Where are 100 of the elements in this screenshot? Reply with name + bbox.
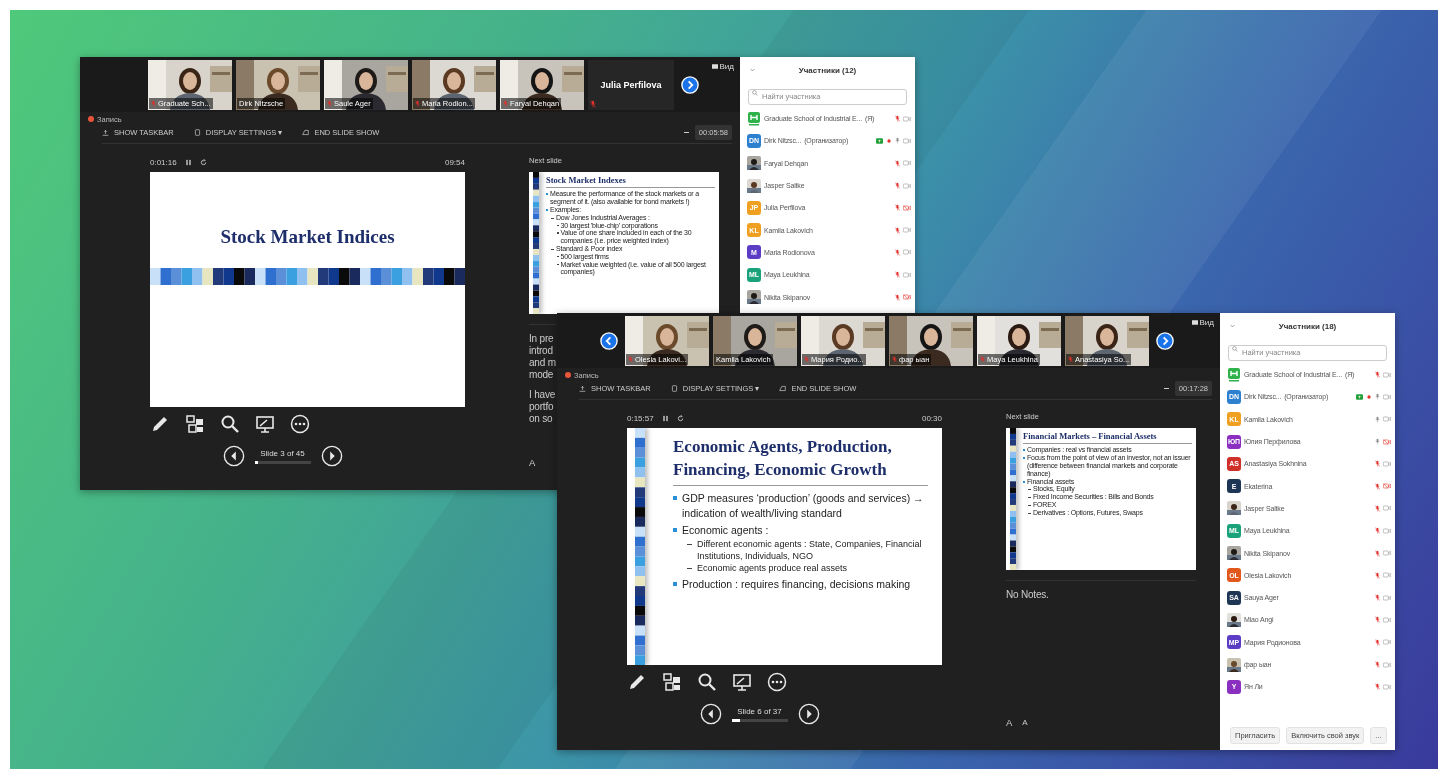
speaker-notes-text: mode: [529, 369, 554, 381]
slide-counter: Slide 3 of 45: [260, 448, 305, 458]
slide-counter: Slide 6 of 37: [737, 706, 782, 716]
camera-off-icon[interactable]: [903, 204, 911, 211]
mic-icon[interactable]: [1375, 438, 1380, 446]
phone-icon: [670, 384, 678, 392]
view-button[interactable]: Вид: [711, 62, 734, 71]
muted-mic-icon[interactable]: [895, 271, 900, 279]
more-icon[interactable]: [290, 414, 310, 434]
slide-title: Stock Market Indexes: [546, 175, 627, 186]
school-logo-icon: [1227, 367, 1241, 382]
previous-page-button[interactable]: [600, 331, 618, 350]
mic-icon[interactable]: [1375, 415, 1380, 423]
muted-mic-icon[interactable]: [895, 226, 900, 234]
next-page-button[interactable]: [1156, 331, 1174, 350]
view-button[interactable]: Вид: [1191, 318, 1214, 327]
search-icon: [752, 90, 758, 96]
pen-icon[interactable]: [150, 414, 170, 434]
muted-mic-icon: [503, 99, 508, 107]
bullet-text: GDP measures ‘production’ (goods and services) → indication of wealth/living standard: [682, 490, 925, 521]
muted-mic-icon[interactable]: [895, 293, 900, 301]
muted-mic-icon[interactable]: [1375, 482, 1380, 490]
search-icon: [1232, 346, 1238, 352]
reset-icon[interactable]: [199, 158, 207, 166]
view-icon: [1191, 320, 1198, 325]
slide-title: Stock Market Indices: [219, 225, 396, 248]
muted-mic-icon[interactable]: [1375, 571, 1380, 579]
next-slide-button[interactable]: [320, 445, 343, 467]
bullet-text: Different economic agents : State, Companies, Financial Institutions, Individuals, NGO: [697, 537, 923, 563]
bullet-icon: [673, 582, 677, 587]
elapsed-time: 0:01:16: [150, 157, 177, 167]
next-slide-button[interactable]: [797, 703, 820, 725]
search-icon[interactable]: [697, 672, 717, 692]
recording-icon: [88, 116, 94, 122]
search-icon[interactable]: [220, 414, 240, 434]
camera-off-icon[interactable]: [1383, 483, 1391, 490]
font-size-button[interactable]: A: [1006, 717, 1013, 728]
minimize-icon[interactable]: [683, 131, 689, 133]
muted-mic-icon: [327, 99, 332, 107]
muted-mic-icon[interactable]: [1375, 683, 1380, 691]
mic-icon[interactable]: [1375, 393, 1380, 401]
font-size-button[interactable]: A: [1022, 717, 1028, 728]
view-icon: [711, 64, 718, 69]
slideshow-icon: [779, 384, 787, 392]
muted-mic-icon[interactable]: [1375, 616, 1380, 624]
muted-mic-icon: [415, 99, 420, 107]
more-icon[interactable]: [767, 672, 787, 692]
recording-icon: [565, 372, 571, 378]
previous-slide-button[interactable]: [699, 703, 722, 725]
muted-mic-icon: [151, 99, 156, 107]
next-page-button[interactable]: [681, 75, 699, 94]
slides-grid-icon[interactable]: [185, 414, 205, 434]
screen-icon[interactable]: [255, 414, 275, 434]
muted-mic-icon[interactable]: [1375, 371, 1380, 379]
record-icon: [886, 137, 892, 144]
pen-icon[interactable]: [627, 672, 647, 692]
camera-off-icon[interactable]: [903, 294, 911, 300]
pause-icon[interactable]: [661, 414, 669, 422]
bullet-icon: [673, 528, 677, 533]
elapsed-time: 0:15:57: [627, 413, 654, 423]
slide-title: Financial Markets – Financial Assets: [1023, 431, 1158, 442]
muted-mic-icon: [628, 355, 633, 363]
muted-mic-icon[interactable]: [1375, 527, 1380, 535]
muted-mic-icon[interactable]: [895, 159, 900, 167]
muted-mic-icon[interactable]: [895, 248, 900, 256]
school-logo-icon: [747, 111, 761, 126]
slideshow-icon: [302, 128, 310, 136]
previous-slide-button[interactable]: [222, 445, 245, 467]
speaker-notes-text: introd: [529, 345, 553, 357]
muted-mic-icon[interactable]: [895, 182, 900, 190]
muted-mic-icon: [804, 355, 809, 363]
muted-mic-icon[interactable]: [895, 204, 900, 212]
slides-grid-icon[interactable]: [662, 672, 682, 692]
muted-mic-icon[interactable]: [1375, 549, 1380, 557]
pause-icon[interactable]: [184, 158, 192, 166]
minimize-icon[interactable]: [1163, 387, 1169, 389]
muted-mic-icon[interactable]: [1375, 460, 1380, 468]
camera-off-icon[interactable]: [1383, 438, 1391, 445]
upload-icon: [579, 384, 586, 392]
speaker-notes-text: No Notes.: [1006, 589, 1049, 601]
upload-icon: [102, 128, 109, 136]
bullet-text: Economic agents :: [682, 523, 769, 538]
reset-icon[interactable]: [676, 414, 684, 422]
mic-icon[interactable]: [895, 137, 900, 145]
slide-title: Economic Agents, Production, Financing, Economic Growth: [673, 436, 893, 481]
muted-mic-icon[interactable]: [1375, 661, 1380, 668]
speaker-notes-text: and m: [529, 357, 556, 369]
speaker-notes-text: portfo: [529, 401, 554, 413]
speaker-name: Julia Perfilova: [600, 79, 662, 90]
muted-mic-icon: [892, 355, 897, 363]
muted-mic-icon[interactable]: [895, 115, 900, 123]
record-icon: [1366, 393, 1372, 400]
muted-mic-icon[interactable]: [1375, 594, 1380, 602]
bullet-text: Production : requires financing, decisions making: [682, 577, 911, 593]
screen-icon[interactable]: [732, 672, 752, 692]
muted-mic-icon[interactable]: [1375, 638, 1380, 646]
phone-icon: [193, 128, 201, 136]
speaker-notes-text: on so: [529, 413, 553, 425]
muted-mic-icon[interactable]: [1375, 504, 1380, 512]
font-size-button[interactable]: A: [529, 457, 536, 468]
